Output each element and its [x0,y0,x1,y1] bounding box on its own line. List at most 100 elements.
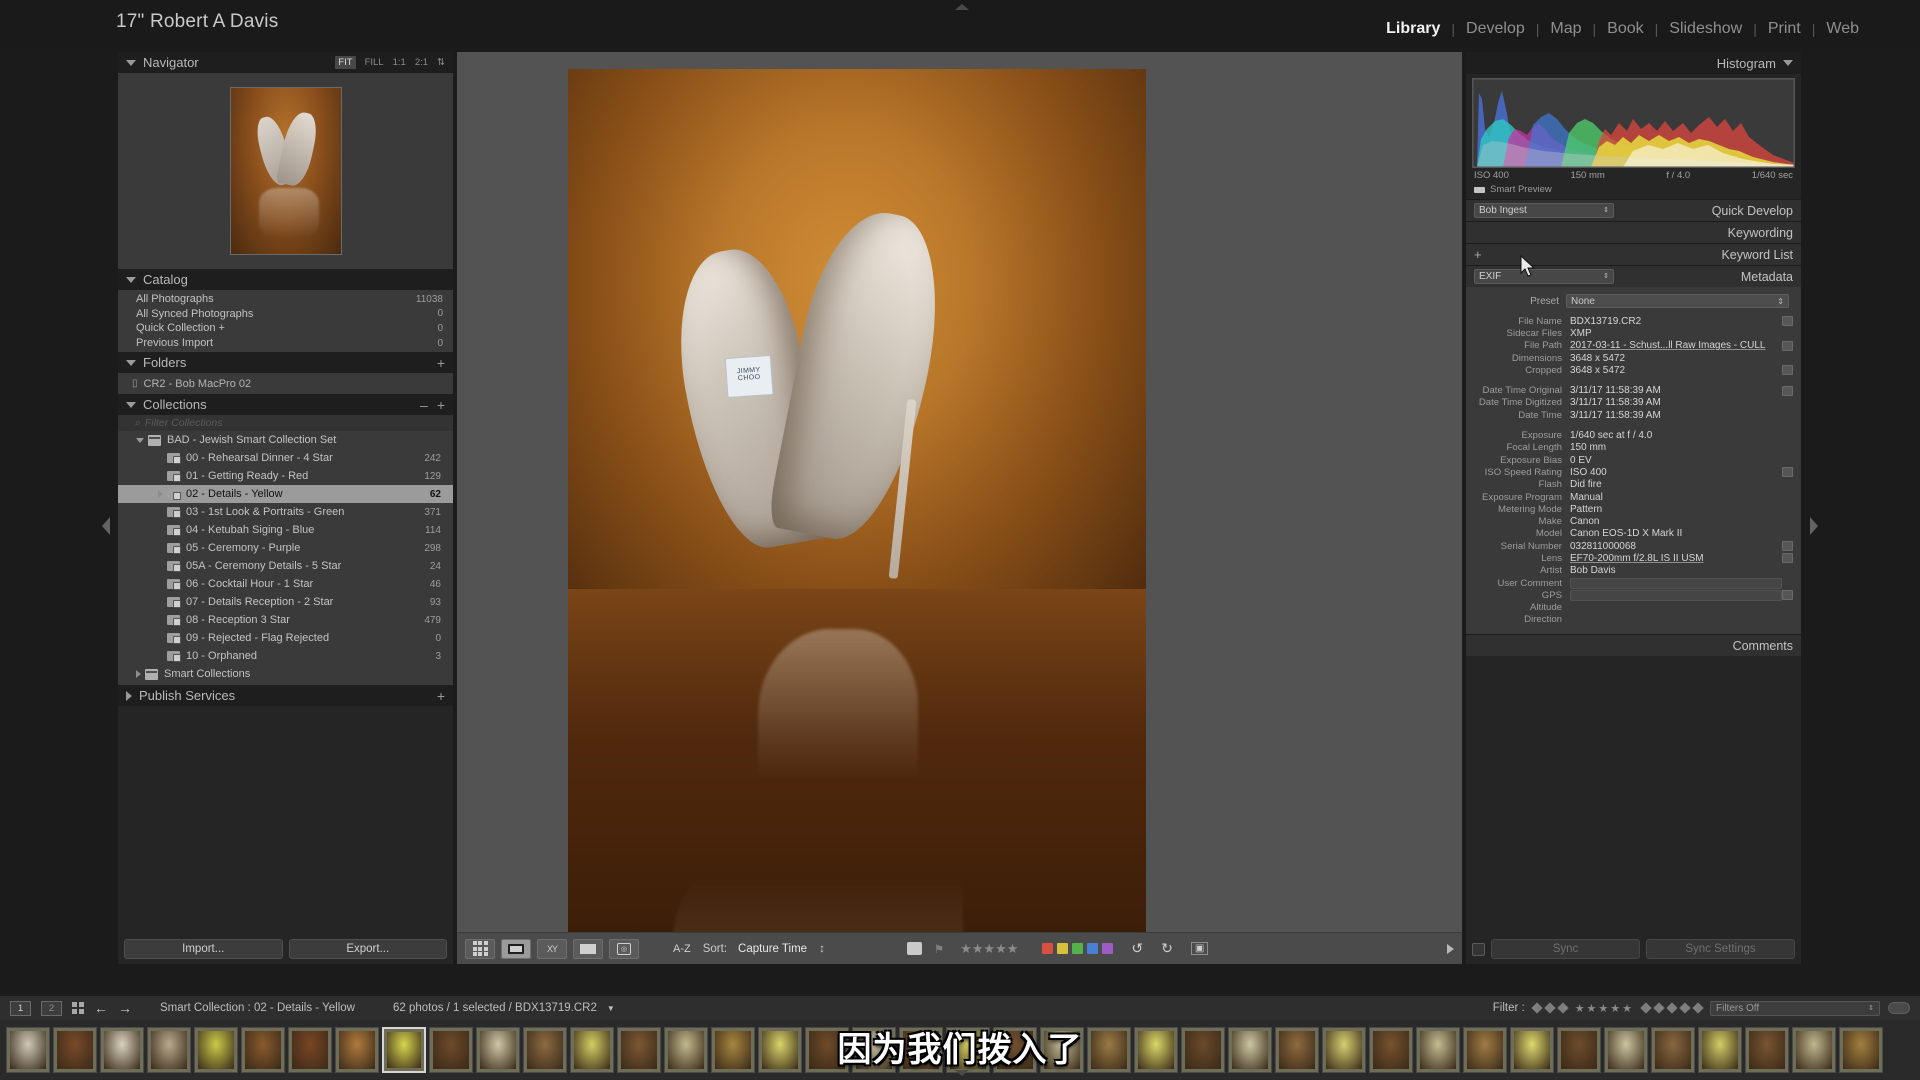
metadata-value[interactable]: ISO 400 [1570,467,1782,478]
histogram-graph[interactable] [1472,78,1795,168]
metadata-value[interactable]: Canon [1570,516,1782,527]
quick-develop-header[interactable]: Bob Ingest ⇕ Quick Develop [1466,199,1801,221]
compare-view-button[interactable]: XY [537,938,567,959]
zoom-stepper-icon[interactable]: ⇅ [437,57,445,68]
filmstrip-thumbnail[interactable] [805,1027,849,1073]
export-button[interactable]: Export... [288,939,447,959]
filmstrip-thumbnail[interactable] [241,1027,285,1073]
collection-item[interactable]: 04 - Ketubah Siging - Blue 114 [118,521,453,539]
filmstrip-thumbnail[interactable] [1604,1027,1648,1073]
metadata-action-button[interactable] [1782,316,1793,327]
flag-reject-icon[interactable]: ⚑ [934,942,944,956]
filmstrip-thumbnail[interactable] [1181,1027,1225,1073]
zoom-1-1[interactable]: 1:1 [393,57,406,68]
grid-view-filmstrip-icon[interactable] [72,1002,84,1014]
survey-view-button[interactable] [573,938,603,959]
folders-header[interactable]: Folders + [118,352,453,374]
triangle-down-icon[interactable] [136,437,144,443]
metadata-action-button[interactable] [1782,385,1793,396]
filmstrip-thumbnail[interactable] [1369,1027,1413,1073]
quick-develop-preset-select[interactable]: Bob Ingest ⇕ [1474,203,1614,218]
sync-button[interactable]: Sync [1491,939,1640,959]
filmstrip-thumbnail[interactable] [758,1027,802,1073]
module-map[interactable]: Map [1539,20,1592,38]
loupe-view-button[interactable] [501,938,531,959]
keyword-list-header[interactable]: + Keyword List [1466,243,1801,265]
triangle-down-icon[interactable] [126,359,136,366]
before-after-icon[interactable]: ▣ [1190,942,1209,955]
metadata-value[interactable]: 150 mm [1570,442,1782,453]
rotate-right-icon[interactable]: ↻ [1161,940,1173,957]
display-2-button[interactable]: 2 [41,1000,62,1016]
rating-stars[interactable]: ★★★★★ [960,941,1018,957]
metadata-value[interactable]: XMP [1570,328,1782,339]
metadata-preset-value[interactable]: None ⇕ [1566,294,1789,308]
sort-direction-icon[interactable]: A-Z [673,943,691,955]
metadata-value[interactable]: 0 EV [1570,455,1782,466]
metadata-value[interactable]: 1/640 sec at f / 4.0 [1570,430,1782,441]
histogram-header[interactable]: Histogram [1466,52,1801,74]
collection-item[interactable]: 06 - Cocktail Hour - 1 Star 46 [118,575,453,593]
metadata-value[interactable]: Pattern [1570,504,1782,515]
triangle-down-icon[interactable] [126,276,136,283]
filmstrip-thumbnail[interactable] [523,1027,567,1073]
triangle-down-icon[interactable] [1783,60,1793,66]
filmstrip-thumbnail[interactable] [1463,1027,1507,1073]
filmstrip-thumbnail[interactable] [6,1027,50,1073]
filmstrip-thumbnail[interactable] [1510,1027,1554,1073]
metadata-value[interactable]: 3648 x 5472 [1570,353,1782,364]
zoom-fill[interactable]: FILL [365,57,384,68]
collection-item[interactable]: 05A - Ceremony Details - 5 Star 24 [118,557,453,575]
navigator-header[interactable]: Navigator FIT FILL 1:1 2:1 ⇅ [118,52,453,73]
filmstrip-thumbnail[interactable] [570,1027,614,1073]
metadata-input-field[interactable] [1570,577,1782,589]
filmstrip-thumbnail[interactable] [946,1027,990,1073]
folder-item[interactable]: ▯ CR2 - Bob MacPro 02 [118,375,453,393]
people-view-button[interactable]: ◎ [609,938,639,959]
filmstrip-thumbnail[interactable] [147,1027,191,1073]
filmstrip-thumbnail[interactable] [852,1027,896,1073]
add-collection-icon[interactable]: + [437,397,445,413]
collection-item[interactable]: 07 - Details Reception - 2 Star 93 [118,593,453,611]
metadata-value[interactable]: Manual [1570,492,1782,503]
filmstrip-thumbnail[interactable] [1134,1027,1178,1073]
filter-star-icons[interactable]: ★★★★★ [1575,1002,1634,1015]
filmstrip-thumbnail[interactable] [1087,1027,1131,1073]
catalog-item[interactable]: Quick Collection + 0 [118,321,453,336]
metadata-value[interactable]: 3/11/17 11:58:39 AM [1570,397,1782,408]
zoom-2-1[interactable]: 2:1 [415,57,428,68]
color-label-yellow[interactable] [1057,943,1069,954]
filmstrip-thumbnail[interactable] [335,1027,379,1073]
catalog-header[interactable]: Catalog [118,269,453,290]
publish-services-header[interactable]: Publish Services + [118,685,453,707]
color-label-green[interactable] [1072,943,1084,954]
keywording-header[interactable]: Keywording [1466,221,1801,243]
filmstrip-thumbnail[interactable] [711,1027,755,1073]
filter-flag-icons[interactable] [1531,1002,1569,1014]
collection-item[interactable]: 10 - Orphaned 3 [118,647,453,665]
add-folder-icon[interactable]: + [437,355,445,371]
module-slideshow[interactable]: Slideshow [1658,20,1753,38]
filmstrip-thumbnail[interactable] [1322,1027,1366,1073]
metadata-value[interactable]: 032811000068 [1570,541,1782,552]
right-panel-collapse-arrow[interactable] [1810,517,1818,535]
filmstrip-thumbnail[interactable] [429,1027,473,1073]
sync-settings-button[interactable]: Sync Settings [1646,939,1795,959]
filmstrip-thumbnail[interactable] [476,1027,520,1073]
rotate-left-icon[interactable]: ↺ [1131,940,1143,957]
auto-sync-checkbox[interactable] [1472,942,1485,956]
module-library[interactable]: Library [1375,20,1451,38]
filmstrip-thumbnail[interactable] [1651,1027,1695,1073]
filters-preset-select[interactable]: Filters Off ⇕ [1710,1000,1880,1016]
forward-arrow-icon[interactable]: → [118,1000,132,1016]
collection-item[interactable]: BAD - Jewish Smart Collection Set [118,431,453,449]
collections-minus-icon[interactable]: – [420,397,428,413]
catalog-item[interactable]: All Synced Photographs 0 [118,307,453,322]
filter-color-icons[interactable] [1640,1002,1704,1014]
catalog-item[interactable]: Previous Import 0 [118,336,453,351]
triangle-down-icon[interactable] [126,401,136,408]
filmstrip-thumbnail[interactable] [617,1027,661,1073]
filmstrip-thumbnail-current[interactable] [382,1027,426,1073]
selection-label[interactable]: 62 photos / 1 selected / BDX13719.CR2 [393,1002,597,1014]
filmstrip-thumbnail[interactable] [1792,1027,1836,1073]
